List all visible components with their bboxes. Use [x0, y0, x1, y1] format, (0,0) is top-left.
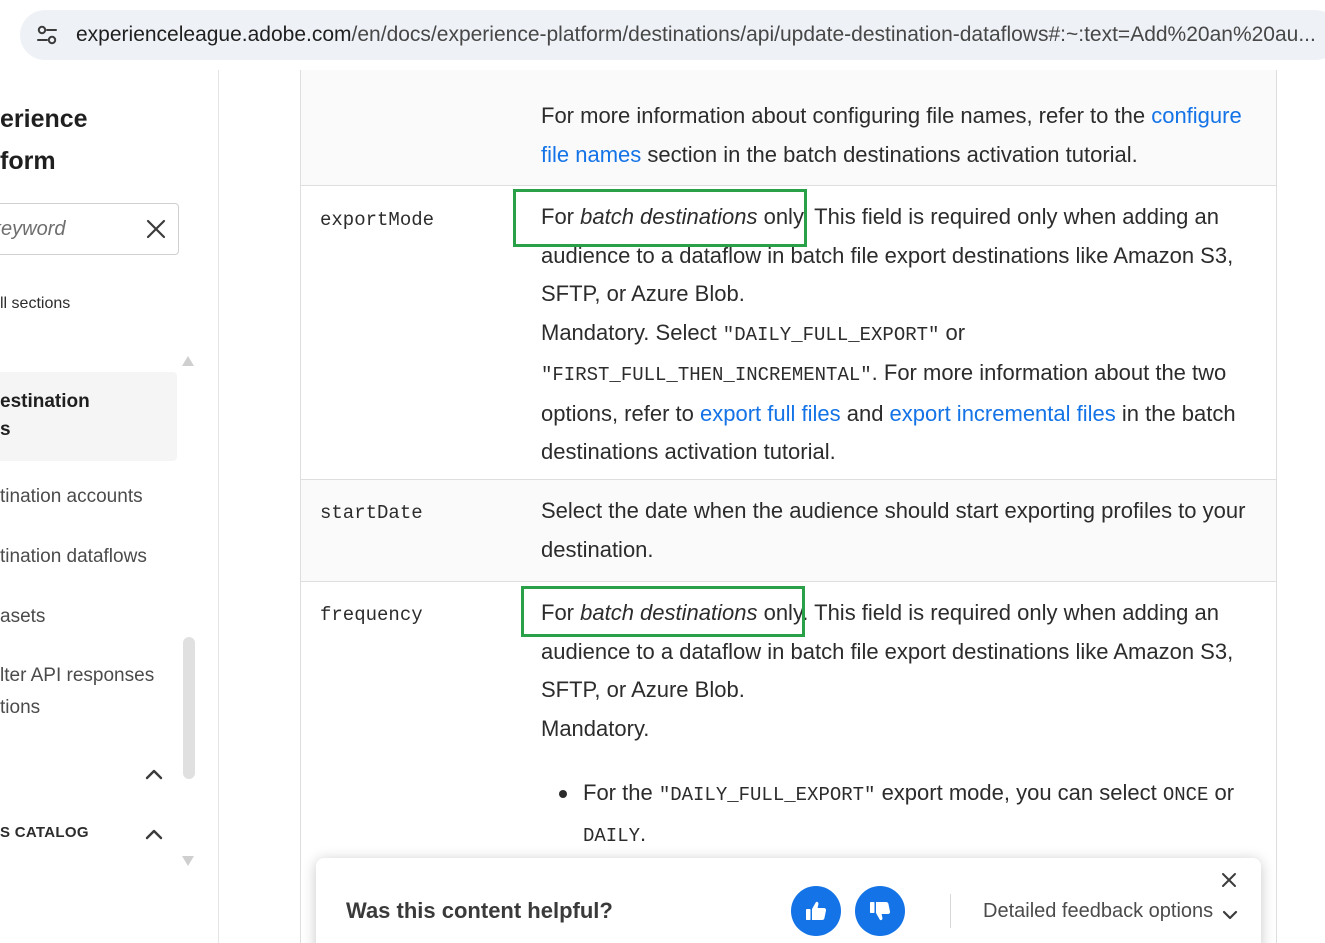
thumbs-down-icon: [870, 902, 891, 921]
text-span: export mode, you can select: [875, 780, 1163, 805]
sidebar-item-active[interactable]: estination s: [0, 372, 177, 461]
all-sections-toggle[interactable]: ll sections: [0, 295, 70, 313]
browser-toolbar: experienceleague.adobe.com/en/docs/exper…: [0, 0, 1325, 70]
sidebar: erience form ll sections estination s ti…: [0, 70, 219, 943]
sidebar-scrollbar-thumb[interactable]: [183, 637, 195, 779]
table-row: For more information about configuring f…: [301, 70, 1276, 186]
export-incremental-files-link[interactable]: export incremental files: [890, 401, 1116, 426]
url-path: /en/docs/experience-platform/destination…: [351, 23, 1316, 46]
highlight-box: [521, 586, 805, 637]
sidebar-catalog-heading[interactable]: S CATALOG: [0, 824, 89, 841]
sidebar-search: [0, 203, 179, 255]
highlight-box: [513, 189, 807, 247]
site-settings-icon[interactable]: [34, 22, 60, 48]
text-span: .: [640, 820, 647, 846]
text-span: For the: [583, 780, 659, 805]
scroll-down-arrow-icon[interactable]: [181, 854, 195, 866]
close-icon[interactable]: [1221, 872, 1237, 888]
table-cell-description: Select the date when the audience should…: [541, 498, 1246, 562]
sidebar-title: erience form: [0, 98, 88, 182]
thumbs-down-button[interactable]: [855, 886, 905, 936]
text-span: For more information about configuring f…: [541, 103, 1152, 128]
sidebar-title-line2: form: [0, 147, 56, 175]
text-span: Mandatory. Select: [541, 319, 723, 345]
table-row: startDate Select the date when the audie…: [301, 480, 1276, 582]
text-span: or: [939, 319, 966, 345]
text-span: section in the batch destinations activa…: [641, 141, 1138, 167]
sidebar-item-active-line1: estination: [0, 391, 90, 412]
chevron-up-icon[interactable]: [145, 827, 163, 840]
text-span: Mandatory.: [541, 715, 650, 741]
scroll-up-arrow-icon[interactable]: [181, 354, 195, 366]
url-text[interactable]: experienceleague.adobe.com/en/docs/exper…: [76, 22, 1316, 48]
bullet-list: For the "DAILY_FULL_EXPORT" export mode,…: [541, 774, 1253, 855]
sidebar-item-actions[interactable]: tions: [0, 692, 40, 724]
code-inline: "DAILY_FULL_EXPORT": [722, 323, 940, 346]
sidebar-item-active-line2: s: [0, 419, 11, 440]
sidebar-item-destination-dataflows[interactable]: tination dataflows: [0, 541, 147, 573]
code-inline: DAILY: [583, 824, 641, 847]
feedback-question: Was this content helpful?: [346, 898, 613, 923]
divider: [950, 894, 951, 928]
sidebar-search-input[interactable]: [0, 204, 141, 254]
feedback-popup: Was this content helpful? Detailed feedb…: [316, 858, 1261, 943]
code-inline: "DAILY_FULL_EXPORT": [658, 784, 876, 806]
text-span: or: [1208, 780, 1235, 805]
text-span: and: [840, 400, 890, 426]
chevron-up-icon[interactable]: [145, 767, 163, 780]
sidebar-title-line1: erience: [0, 105, 88, 133]
thumbs-up-button[interactable]: [791, 886, 841, 936]
export-full-files-link[interactable]: export full files: [700, 401, 841, 426]
list-item: For the "DAILY_FULL_EXPORT" export mode,…: [541, 774, 1253, 855]
thumbs-up-icon: [806, 901, 827, 920]
sidebar-item-filter-api-responses[interactable]: lter API responses: [0, 660, 154, 692]
param-name: frequency: [320, 604, 423, 626]
sidebar-item-active-label: estination s: [0, 388, 90, 444]
sidebar-item-destination-accounts[interactable]: tination accounts: [0, 481, 143, 513]
table-cell-description: For more information about configuring f…: [541, 97, 1253, 174]
chevron-down-icon[interactable]: [1222, 908, 1238, 920]
code-inline: "FIRST_FULL_THEN_INCREMENTAL": [541, 364, 872, 386]
url-domain: experienceleague.adobe.com: [76, 23, 352, 46]
detailed-feedback-toggle[interactable]: Detailed feedback options: [983, 900, 1213, 923]
sidebar-item-datasets[interactable]: asets: [0, 601, 45, 633]
param-name: startDate: [320, 502, 423, 524]
address-bar[interactable]: experienceleague.adobe.com/en/docs/exper…: [20, 10, 1325, 60]
close-icon[interactable]: [145, 218, 167, 240]
parameters-table: For more information about configuring f…: [300, 70, 1277, 943]
param-name: exportMode: [320, 209, 435, 231]
code-inline: ONCE: [1162, 784, 1209, 806]
